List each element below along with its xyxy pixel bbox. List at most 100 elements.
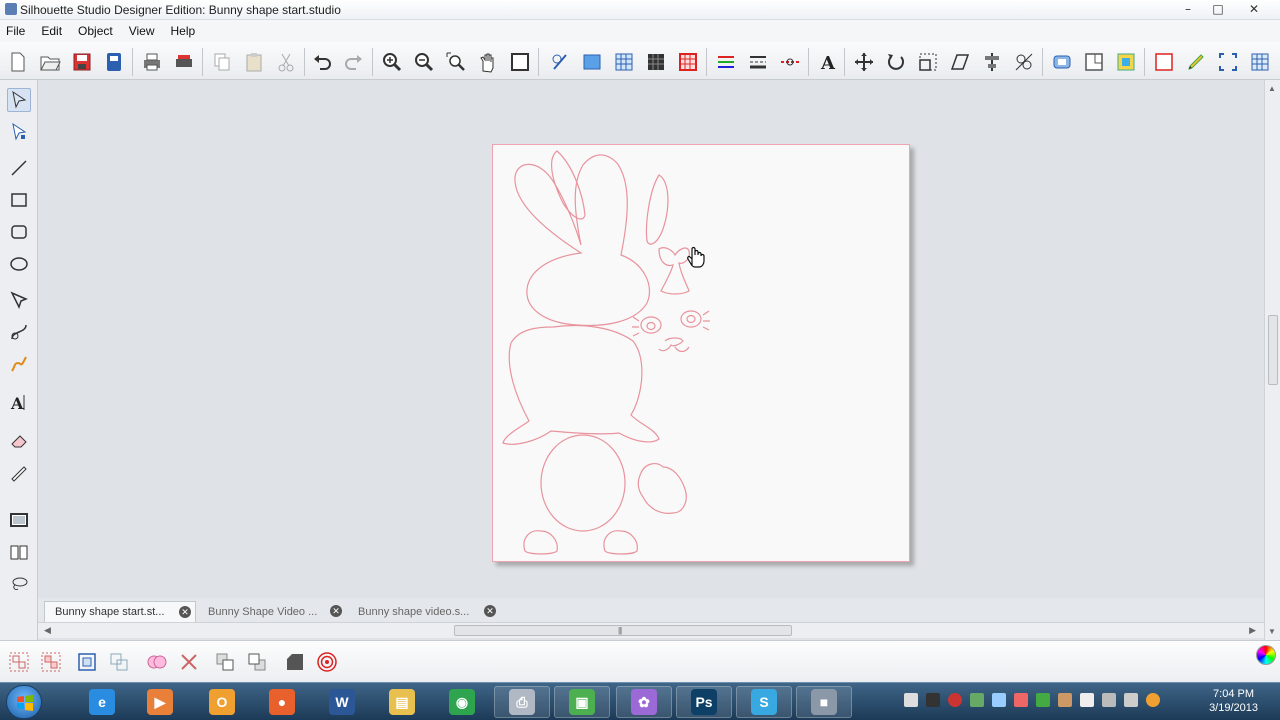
chrome-taskbar-button[interactable]: ◉ [434,686,490,718]
open-icon[interactable] [38,50,62,74]
tray-alert-icon[interactable] [1014,693,1028,707]
rounded-rectangle-tool-icon[interactable] [7,220,31,244]
save-to-sd-icon[interactable] [102,50,126,74]
close-button[interactable]: ✕ [1234,1,1274,17]
cut-settings-icon[interactable] [676,50,700,74]
library-icon[interactable] [7,540,31,564]
eraser-tool-icon[interactable] [7,428,31,452]
replicate-icon[interactable] [1012,50,1036,74]
copy-icon[interactable] [210,50,234,74]
color-wheel-icon[interactable] [1256,645,1276,665]
zoom-out-icon[interactable] [412,50,436,74]
weld-icon[interactable] [144,649,170,675]
word-taskbar-button[interactable]: W [314,686,370,718]
tray-power-icon[interactable] [1080,693,1094,707]
rectangle-tool-icon[interactable] [7,188,31,212]
tab-bunny-shape-start[interactable]: Bunny shape start.st... ✕ [44,601,196,622]
print-icon[interactable] [140,50,164,74]
grid-icon[interactable] [1248,50,1272,74]
registration-icon[interactable] [612,50,636,74]
volume-icon[interactable] [1124,693,1138,707]
paste-icon[interactable] [242,50,266,74]
menu-object[interactable]: Object [70,20,121,42]
new-icon[interactable] [6,50,30,74]
bunny-design[interactable] [493,145,911,563]
outlook-taskbar-button[interactable]: O [194,686,250,718]
camtasia-taskbar-button[interactable]: ▣ [554,686,610,718]
delete-icon[interactable] [176,649,202,675]
tab-close-icon[interactable]: ✕ [330,605,342,617]
scroll-left-icon[interactable]: ◀ [44,625,51,636]
select-tool-icon[interactable] [7,88,31,112]
media-player-taskbar-button[interactable]: ▶ [132,686,188,718]
redo-icon[interactable] [342,50,366,74]
knife-tool-icon[interactable] [7,460,31,484]
cut-icon[interactable] [274,50,298,74]
horizontal-scrollbar[interactable]: ◀ ||| ▶ [38,622,1264,638]
curve-tool-icon[interactable] [7,320,31,344]
sketch-icon[interactable] [1184,50,1208,74]
menu-file[interactable]: File [0,20,33,42]
undo-icon[interactable] [310,50,334,74]
maximize-button[interactable]: □ [1204,1,1232,17]
tab-bunny-shape-video[interactable]: Bunny Shape Video ... ✕ [198,601,346,622]
lasso-icon[interactable] [7,572,31,596]
tray-record-icon[interactable] [948,693,962,707]
transform-icon[interactable] [852,50,876,74]
ellipse-tool-icon[interactable] [7,252,31,276]
bring-forward-icon[interactable] [212,649,238,675]
line-tool-icon[interactable] [7,156,31,180]
freehand-tool-icon[interactable] [7,352,31,376]
menu-help[interactable]: Help [163,20,204,42]
group-icon[interactable] [6,649,32,675]
modify-icon[interactable] [1082,50,1106,74]
vertical-scrollbar[interactable]: ▲ ▼ [1264,80,1280,640]
vertical-scroll-thumb[interactable] [1268,315,1278,385]
knife-icon[interactable] [1216,50,1240,74]
shape-icon[interactable] [282,649,308,675]
align-icon[interactable] [980,50,1004,74]
scroll-right-icon[interactable]: ▶ [1249,625,1256,636]
recorder-taskbar-button[interactable]: ■ [796,686,852,718]
menu-edit[interactable]: Edit [33,20,70,42]
fill-color-icon[interactable] [1114,50,1138,74]
page-settings-icon[interactable] [548,50,572,74]
text-style-icon[interactable]: A [816,50,840,74]
horizontal-scroll-thumb[interactable] [454,625,792,636]
pan-icon[interactable] [476,50,500,74]
shear-icon[interactable] [948,50,972,74]
grid-settings-icon[interactable] [580,50,604,74]
send-to-silhouette-icon[interactable] [172,50,196,74]
rotate-icon[interactable] [884,50,908,74]
scroll-down-icon[interactable]: ▼ [1268,627,1276,636]
release-compound-icon[interactable] [106,649,132,675]
zoom-in-icon[interactable] [380,50,404,74]
cut-border-icon[interactable] [7,508,31,532]
polygon-tool-icon[interactable] [7,288,31,312]
picasa-taskbar-button[interactable]: ✿ [616,686,672,718]
explorer-taskbar-button[interactable]: ▤ [374,686,430,718]
show-hidden-icon[interactable] [904,693,918,707]
taskbar-clock[interactable]: 7:04 PM 3/19/2013 [1209,687,1258,715]
silhouette-studio-taskbar-button[interactable]: S [736,686,792,718]
scroll-up-icon[interactable]: ▲ [1268,84,1276,93]
tray-update-icon[interactable] [1036,693,1050,707]
cut-style-icon[interactable] [778,50,802,74]
scale-icon[interactable] [916,50,940,74]
tray-snowflake-icon[interactable] [992,693,1006,707]
text-tool-icon[interactable]: A [7,390,31,414]
tray-security-icon[interactable] [1058,693,1072,707]
canvas-workspace[interactable] [38,80,1264,598]
trace-icon[interactable] [644,50,668,74]
fit-to-page-icon[interactable] [508,50,532,74]
line-style-icon[interactable] [746,50,770,74]
zoom-selection-icon[interactable] [444,50,468,74]
send-backward-icon[interactable] [244,649,270,675]
tray-app-icon[interactable] [926,693,940,707]
fill-gradient-icon[interactable] [1152,50,1176,74]
tray-refresh-icon[interactable] [1146,693,1160,707]
save-icon[interactable] [70,50,94,74]
photoshop-taskbar-button[interactable]: Ps [676,686,732,718]
tab-close-icon[interactable]: ✕ [484,605,496,617]
compound-path-icon[interactable] [74,649,100,675]
